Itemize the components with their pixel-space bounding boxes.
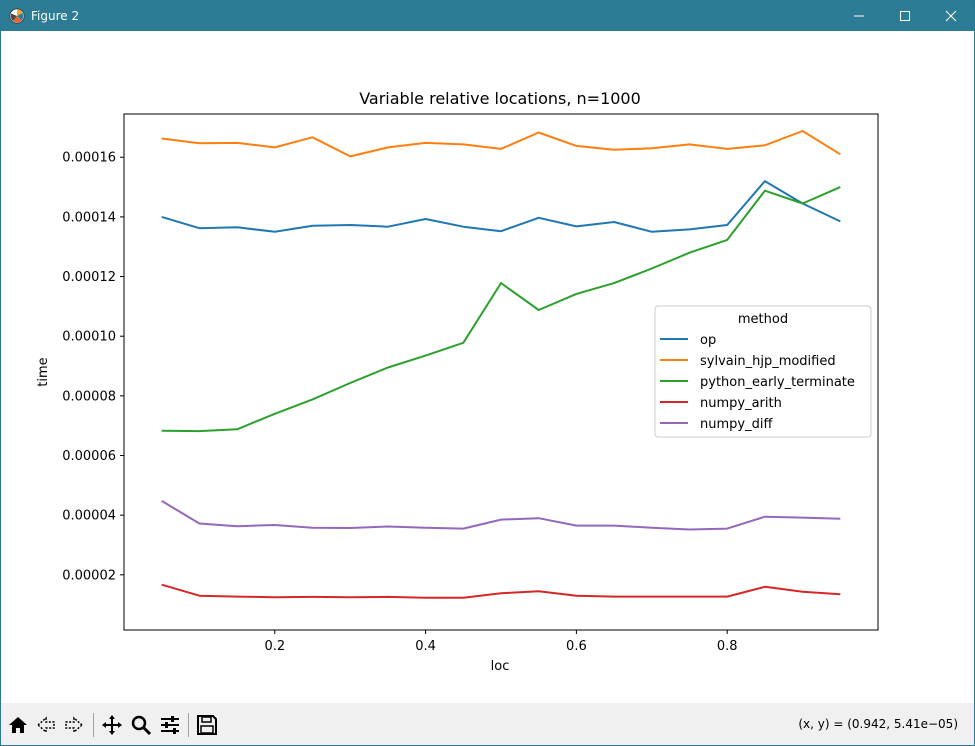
close-button[interactable] <box>928 1 974 31</box>
back-button[interactable] <box>33 712 59 738</box>
home-icon <box>9 717 27 733</box>
matplotlib-icon <box>9 8 25 24</box>
y-tick-label: 0.00016 <box>62 151 116 166</box>
series-line-numpy-arith <box>161 583 841 599</box>
pan-button[interactable] <box>99 712 125 738</box>
x-tick-label: 0.4 <box>415 639 436 654</box>
y-tick-label: 0.00010 <box>62 330 116 345</box>
pan-icon <box>102 715 122 735</box>
forward-button[interactable] <box>61 712 87 738</box>
figure-canvas[interactable]: Variable relative locations, n=1000 loc … <box>1 31 974 703</box>
toolbar-separator <box>93 713 94 737</box>
save-icon <box>197 715 217 735</box>
y-tick-label: 0.00002 <box>62 568 116 583</box>
back-icon <box>36 716 55 734</box>
line-chart: Variable relative locations, n=1000 loc … <box>36 89 879 674</box>
zoom-icon <box>131 715 152 736</box>
series-line-sylvain-hjp-modified <box>161 130 841 158</box>
y-tick-label: 0.00004 <box>62 509 116 524</box>
x-axis-label: loc <box>491 659 510 674</box>
series-line-numpy-diff <box>161 500 841 531</box>
legend-entry-label: op <box>700 333 716 348</box>
window-title: Figure 2 <box>31 9 80 23</box>
configure-subplots-icon <box>161 716 179 734</box>
legend-entry-label: numpy_diff <box>700 417 773 432</box>
y-tick-label: 0.00006 <box>62 449 116 464</box>
x-tick-label: 0.2 <box>264 639 285 654</box>
y-tick-label: 0.00012 <box>62 270 116 285</box>
x-tick-label: 0.6 <box>566 639 587 654</box>
home-button[interactable] <box>5 712 31 738</box>
y-tick-label: 0.00008 <box>62 389 116 404</box>
minimize-icon <box>854 15 864 17</box>
legend-entry-label: sylvain_hjp_modified <box>700 354 836 369</box>
maximize-icon <box>900 11 910 21</box>
legend-entry-label: python_early_terminate <box>700 375 855 390</box>
navigation-toolbar: (x, y) = (0.942, 5.41e−05) <box>1 703 974 745</box>
y-tick-label: 0.00014 <box>62 210 116 225</box>
close-icon <box>945 10 957 22</box>
maximize-button[interactable] <box>882 1 928 31</box>
chart-title: Variable relative locations, n=1000 <box>359 89 641 108</box>
title-bar[interactable]: Figure 2 <box>1 1 974 31</box>
configure-subplots-button[interactable] <box>157 712 183 738</box>
figure-window: Figure 2 Variable relative locations, n=… <box>0 0 975 746</box>
legend-entry-label: numpy_arith <box>700 396 782 411</box>
toolbar-separator <box>188 713 189 737</box>
legend-title: method <box>738 312 788 327</box>
y-axis-label: time <box>36 357 51 386</box>
minimize-button[interactable] <box>836 1 882 31</box>
zoom-button[interactable] <box>128 712 154 738</box>
legend[interactable]: method op sylvain_hjp_modified python_early… <box>654 305 872 438</box>
cursor-coordinates: (x, y) = (0.942, 5.41e−05) <box>798 717 958 731</box>
x-tick-label: 0.8 <box>717 639 738 654</box>
forward-icon <box>65 716 84 734</box>
save-button[interactable] <box>194 712 220 738</box>
axis-ticks: 0.2 0.4 0.6 0.8 0.00002 0.00004 0.00006 0.00008… <box>62 151 737 654</box>
